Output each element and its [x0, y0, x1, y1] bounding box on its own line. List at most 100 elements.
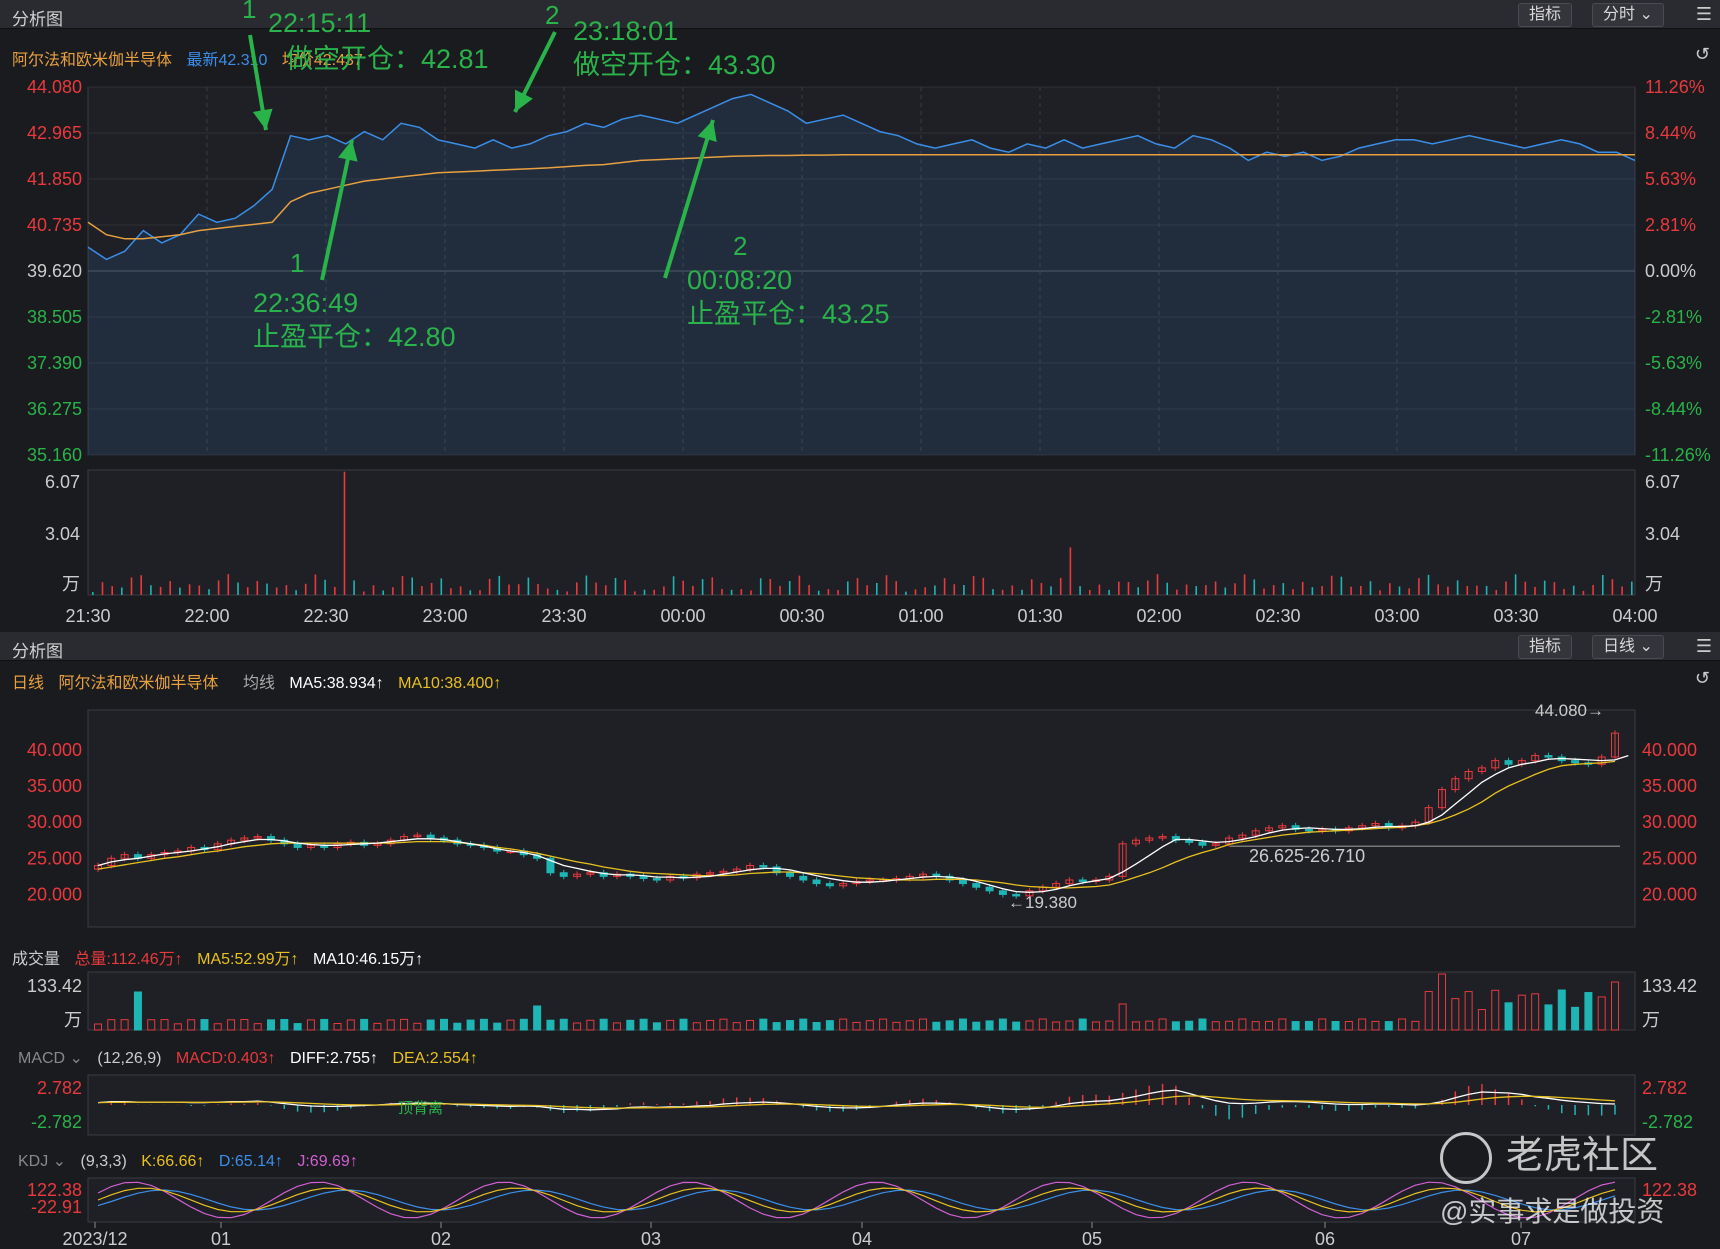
daily-volume-bar — [799, 1018, 808, 1031]
volume-bar — [246, 587, 249, 595]
candle-body — [1544, 755, 1553, 758]
daily-vol-unit-right: 万 — [1642, 1010, 1660, 1030]
daily-volume-bar — [1504, 1002, 1513, 1031]
volume-bar — [1089, 590, 1091, 595]
volume-bar — [1592, 585, 1594, 595]
volume-bar — [740, 589, 743, 595]
volume-bar — [1418, 578, 1420, 595]
annotation-time: 22:36:49 — [253, 288, 358, 318]
volume-bar — [1427, 574, 1430, 595]
high-label: 44.080→ — [1535, 701, 1604, 720]
watermark-brand: 老虎社区 — [1440, 1124, 1658, 1184]
daily-y-tick-left: 35.000 — [27, 776, 82, 796]
annotation-number: 1 — [242, 0, 256, 24]
volume-bar — [1514, 574, 1517, 595]
daily-volume-bar — [360, 1018, 369, 1031]
charts-canvas[interactable]: 44.080 11.26% 42.965 8.44% 41.850 5.63% 40.735… — [0, 0, 1720, 1249]
y-tick-left: 44.080 — [27, 77, 82, 97]
daily-volume-bar — [546, 1019, 555, 1031]
daily-vol-tick-right: 133.42 — [1642, 976, 1697, 996]
y-tick-right: -8.44% — [1645, 399, 1702, 419]
daily-vol-tick-left: 133.42 — [27, 976, 82, 996]
volume-bar — [372, 585, 375, 595]
volume-bar — [1602, 575, 1604, 595]
x-tick-time: 02:30 — [1255, 606, 1300, 626]
candle-body — [799, 875, 808, 881]
daily-volume-bar — [1544, 1004, 1553, 1031]
volume-bar — [343, 471, 346, 595]
candle-body — [1504, 760, 1513, 765]
volume-bar — [701, 579, 704, 595]
volume-tick-right: 6.07 — [1645, 472, 1680, 492]
x-tick-time: 00:30 — [779, 606, 824, 626]
candle-body — [785, 872, 794, 877]
volume-bar — [479, 590, 481, 595]
volume-bar — [943, 578, 946, 595]
volume-bar — [1476, 585, 1478, 595]
daily-volume-bar — [1198, 1018, 1207, 1031]
volume-bar — [517, 584, 520, 595]
x-tick-time: 01:30 — [1017, 606, 1062, 626]
daily-volume-bar — [945, 1020, 954, 1031]
volume-bar — [934, 585, 936, 595]
volume-bar — [779, 585, 781, 595]
daily-y-tick-right: 40.000 — [1642, 740, 1697, 760]
volume-bar — [585, 575, 588, 595]
annotation-text: 做空开仓：42.81 — [286, 44, 489, 74]
volume-bar — [1040, 583, 1043, 595]
volume-bar — [508, 584, 510, 595]
volume-bar — [1495, 590, 1498, 595]
candle-body — [293, 843, 302, 848]
daily-volume-bar — [1078, 1018, 1087, 1031]
daily-volume-bar — [519, 1018, 528, 1031]
daily-volume-bar — [320, 1018, 329, 1031]
candle-body — [812, 879, 821, 885]
volume-bar — [672, 576, 675, 595]
volume-bar — [1156, 574, 1159, 595]
volume-bar — [498, 575, 501, 595]
volume-bar — [1340, 576, 1343, 595]
volume-bar — [1360, 585, 1362, 595]
x-tick-time: 00:00 — [660, 606, 705, 626]
price-area — [88, 94, 1635, 456]
volume-bar — [459, 586, 462, 595]
annotation-number: 2 — [545, 0, 559, 30]
volume-bar — [759, 578, 762, 595]
volume-bar — [1292, 589, 1294, 595]
x-tick-time: 21:30 — [65, 606, 110, 626]
candle-body — [559, 872, 568, 877]
daily-volume-bar — [985, 1020, 994, 1031]
volume-bar — [208, 589, 210, 595]
volume-bar — [527, 577, 530, 595]
watermark-author: @实事求是做投资 — [1440, 1196, 1665, 1227]
volume-tick-left: 6.07 — [45, 472, 80, 492]
volume-bar — [837, 590, 839, 595]
annotation-text: 做空开仓：43.30 — [573, 50, 776, 80]
x-tick-time: 01:00 — [898, 606, 943, 626]
volume-bar — [546, 588, 549, 595]
volume-bar — [924, 587, 926, 595]
x-tick-time: 23:00 — [422, 606, 467, 626]
volume-bar — [1437, 584, 1439, 595]
volume-tick-right: 3.04 — [1645, 524, 1680, 544]
x-tick-time: 22:00 — [184, 606, 229, 626]
volume-bar — [275, 587, 278, 595]
volume-bar — [1214, 581, 1217, 595]
volume-bar — [1108, 589, 1110, 595]
volume-tick-right: 万 — [1645, 574, 1663, 594]
volume-bar — [605, 585, 607, 595]
volume-bar — [730, 589, 733, 595]
volume-bar — [798, 575, 801, 595]
daily-y-tick-right: 35.000 — [1642, 776, 1697, 796]
volume-bar — [1369, 581, 1372, 595]
daily-volume-bar — [439, 1018, 448, 1031]
volume-bar — [382, 590, 384, 595]
volume-bar — [130, 577, 133, 595]
candle-body — [426, 834, 435, 839]
daily-volume-bar — [426, 1019, 435, 1031]
volume-bar — [1553, 582, 1556, 595]
daily-volume-bar — [998, 1018, 1007, 1031]
daily-volume-bar — [599, 1018, 608, 1031]
daily-x-tick: 04 — [852, 1229, 872, 1249]
volume-bar — [972, 576, 975, 595]
